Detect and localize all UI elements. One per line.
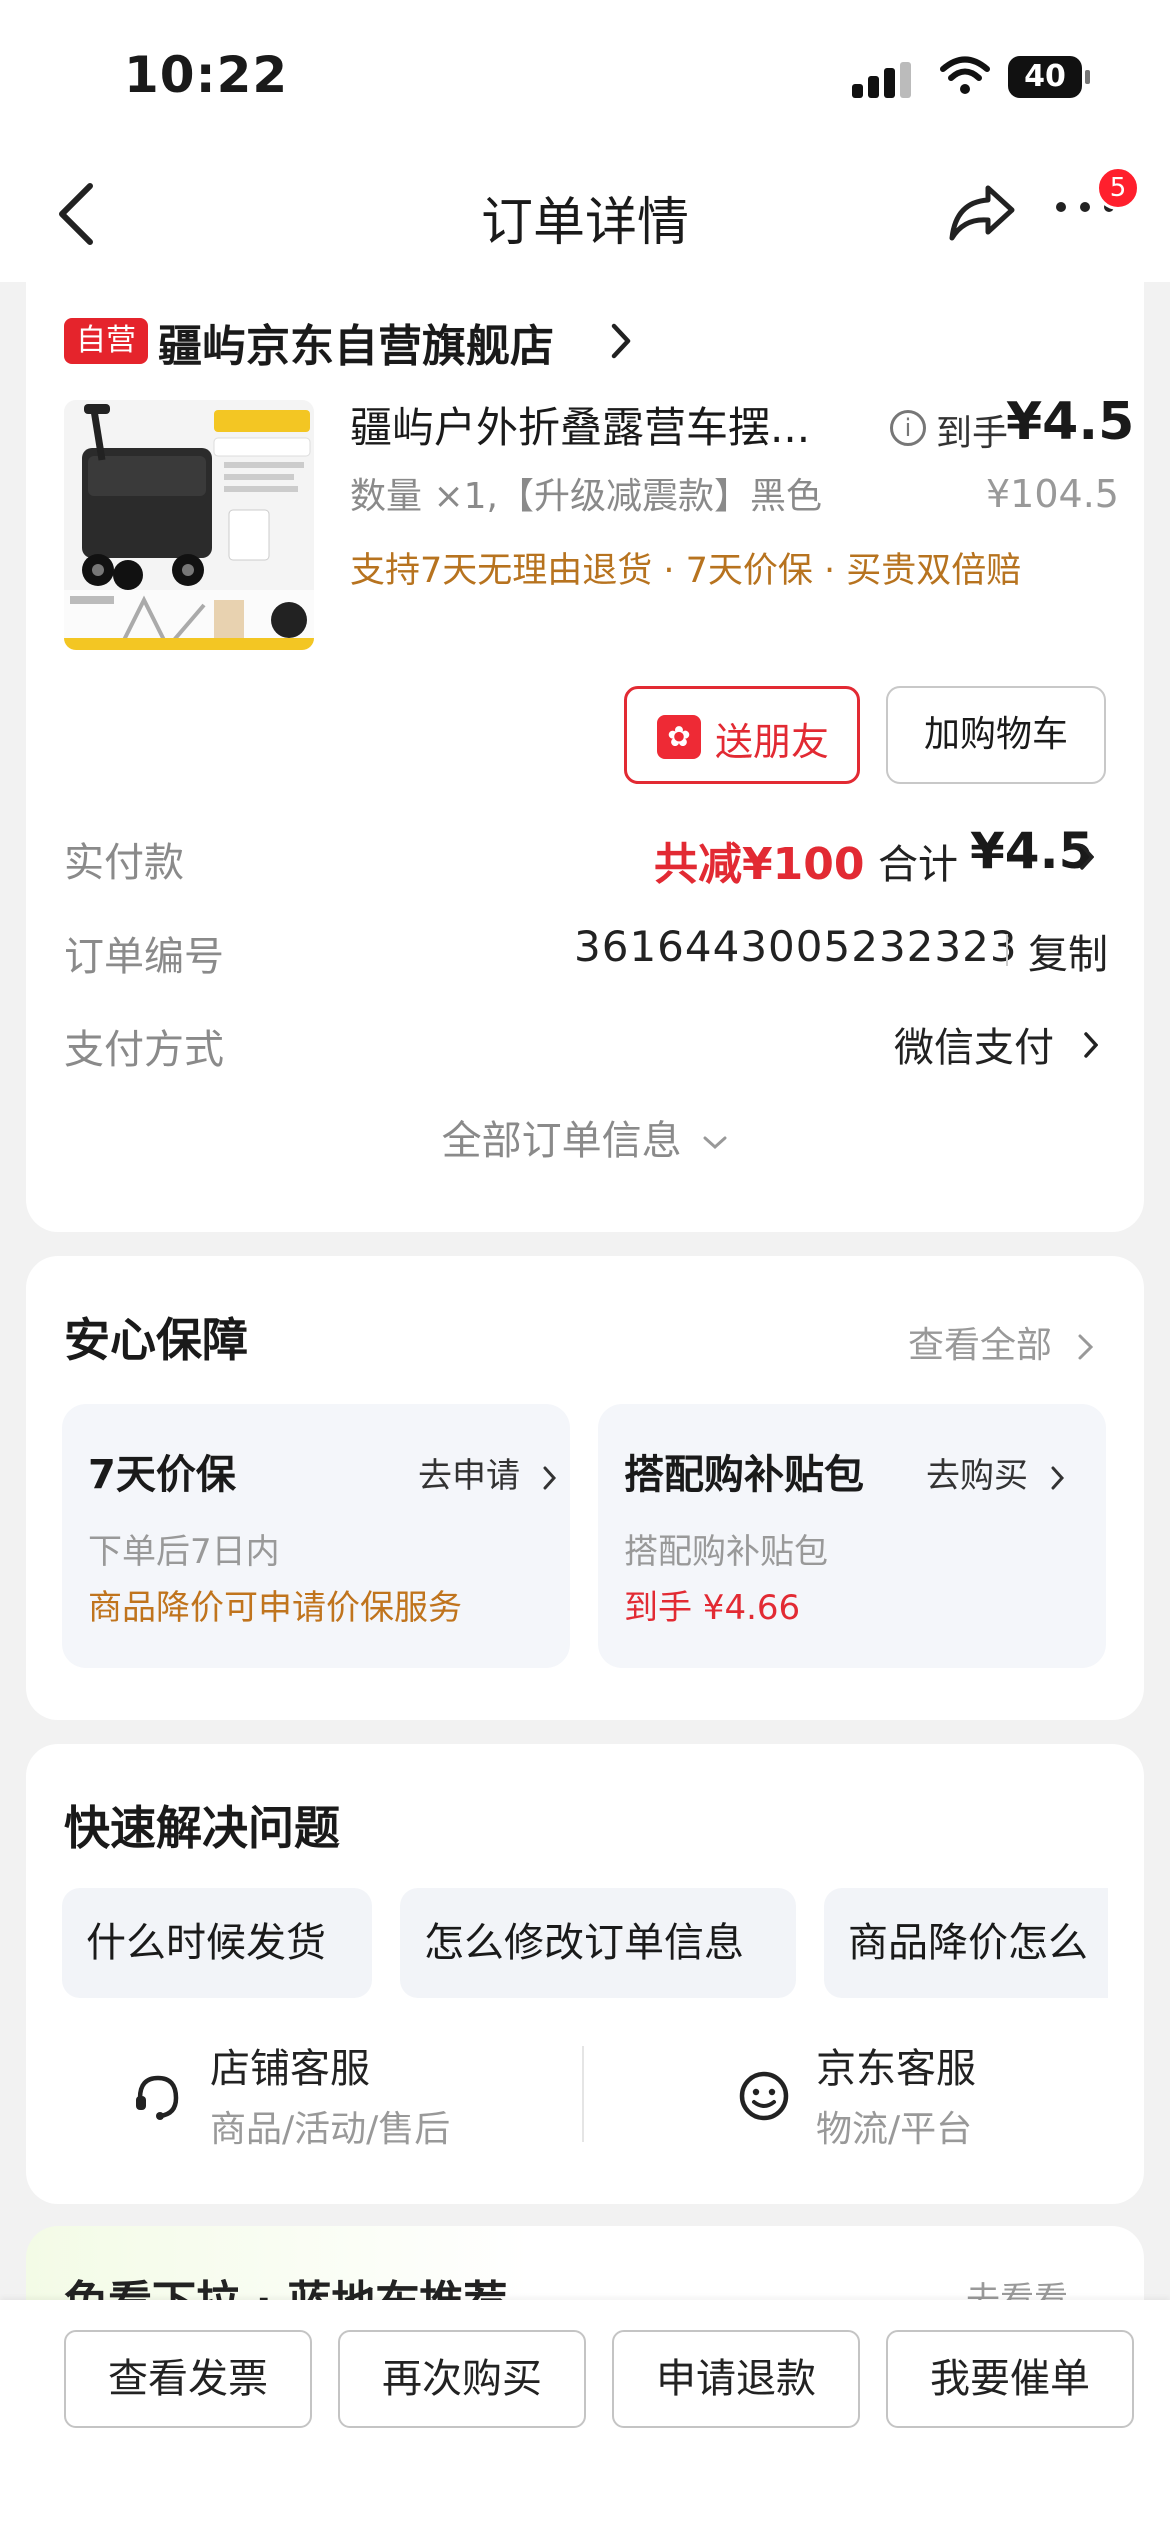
divider (1006, 934, 1008, 966)
store-service-title[interactable]: 店铺客服 (210, 2036, 370, 2094)
send-friend-label: 送朋友 (715, 720, 830, 764)
chevron-right-icon (1078, 1334, 1094, 1360)
share-icon[interactable] (948, 182, 1016, 242)
order-no-label: 订单编号 (64, 934, 224, 980)
pay-method-value[interactable]: 微信支付 (894, 1015, 1054, 1073)
battery-level: 40 (1024, 59, 1066, 94)
faq-chip[interactable]: 怎么修改订单信息 (400, 1888, 796, 1998)
divider (582, 2046, 584, 2142)
guarantee-card: 安心保障 查看全部 7天价保 去申请 下单后7日内 商品降价可申请价保服务 搭配… (26, 1256, 1144, 1720)
top-bar: 10:22 40 订单详情 5 (0, 0, 1170, 282)
guarantee-item-title: 搭配购补贴包 (624, 1452, 864, 1498)
chevron-right-icon (543, 1466, 556, 1489)
all-order-info-label: 全部订单信息 (441, 1118, 682, 1164)
quick-solve-title: 快速解决问题 (64, 1801, 340, 1855)
total-label: 合计 (878, 842, 958, 888)
bottom-action-bar: 查看发票 再次购买 申请退款 我要催单 (0, 2300, 1170, 2532)
store-name[interactable]: 疆屿京东自营旗舰店 (158, 310, 554, 374)
chevron-right-icon (1051, 1466, 1064, 1489)
smile-icon (739, 2071, 789, 2121)
service-promise: 支持7天无理由退货 · 7天价保 · 买贵双倍赔 (350, 551, 1022, 591)
guarantee-title: 安心保障 (64, 1313, 248, 1367)
final-price: ¥4.5 (1006, 392, 1135, 452)
product-image[interactable] (64, 400, 314, 650)
guarantee-item-sub: 下单后7日内 (88, 1532, 280, 1572)
apply-action[interactable]: 去申请 (418, 1448, 557, 1497)
order-card: 自营 疆屿京东自营旗舰店 疆屿户外折叠露营车摆... 数量 ×1,【升级减震款】… (26, 282, 1144, 1232)
bundle-subsidy-box[interactable]: 搭配购补贴包 去购买 搭配购补贴包 到手 ¥4.66 (598, 1404, 1106, 1668)
chevron-down-icon (703, 1136, 727, 1150)
faq-chip[interactable]: 什么时候发货 (62, 1888, 372, 1998)
camping-cart-image (64, 400, 314, 650)
product-title[interactable]: 疆屿户外折叠露营车摆... (350, 394, 810, 455)
all-order-info-toggle[interactable]: 全部订单信息 (26, 1108, 1144, 1166)
status-bar: 10:22 40 (0, 0, 1170, 150)
view-all-link[interactable]: 查看全部 (908, 1316, 1095, 1368)
discount-amount: 共减¥100 (654, 839, 865, 890)
guarantee-item-sub: 搭配购补贴包 (624, 1532, 828, 1572)
product-spec: 数量 ×1,【升级减震款】黑色 (350, 476, 822, 517)
original-price: ¥104.5 (986, 472, 1119, 516)
guarantee-item-title: 7天价保 (88, 1452, 236, 1498)
headset-icon (136, 2075, 179, 2120)
guarantee-item-note: 商品降价可申请价保服务 (88, 1588, 462, 1628)
paid-label: 实付款 (64, 840, 184, 886)
copy-button[interactable]: 复制 (1028, 922, 1108, 980)
price-protection-box[interactable]: 7天价保 去申请 下单后7日内 商品降价可申请价保服务 (62, 1404, 570, 1668)
view-all-label: 查看全部 (908, 1325, 1053, 1366)
send-friend-button[interactable]: ✿ 送朋友 (624, 686, 860, 784)
quick-solve-card: 快速解决问题 什么时候发货 怎么修改订单信息 商品降价怎么 店铺客服 商品/活动… (26, 1744, 1144, 2204)
apply-label: 去申请 (418, 1456, 520, 1496)
jd-service-sub: 物流/平台 (816, 2109, 973, 2150)
add-to-cart-button[interactable]: 加购物车 (886, 686, 1106, 784)
refund-button[interactable]: 申请退款 (612, 2330, 860, 2428)
order-number: 3616443005232323 (574, 922, 1018, 971)
final-price-label: 到手 (936, 413, 1009, 454)
self-operated-tag: 自营 (64, 318, 148, 364)
gift-icon: ✿ (657, 715, 701, 759)
guarantee-item-note: 到手 ¥4.66 (624, 1588, 801, 1628)
buy-action[interactable]: 去购买 (926, 1448, 1065, 1497)
jd-service-title[interactable]: 京东客服 (816, 2036, 976, 2094)
notification-badge: 5 (1096, 166, 1140, 210)
info-icon[interactable]: i (890, 410, 926, 446)
chevron-right-icon[interactable] (1080, 844, 1094, 870)
buy-again-button[interactable]: 再次购买 (338, 2330, 586, 2428)
urge-order-button[interactable]: 我要催单 (886, 2330, 1134, 2428)
chevron-right-icon[interactable] (1084, 1032, 1098, 1058)
wifi-icon (940, 56, 990, 94)
nav-bar: 订单详情 5 (0, 150, 1170, 280)
battery-icon: 40 (1008, 56, 1090, 98)
status-time: 10:22 (124, 46, 289, 104)
faq-chip[interactable]: 商品降价怎么 (824, 1888, 1108, 1998)
view-invoice-button[interactable]: 查看发票 (64, 2330, 312, 2428)
total-amount[interactable]: ¥4.5 (970, 822, 1093, 880)
buy-label: 去购买 (926, 1456, 1028, 1496)
pay-method-label: 支付方式 (64, 1027, 224, 1073)
chevron-right-icon[interactable] (610, 322, 632, 360)
signal-icon (852, 62, 914, 98)
store-service-sub: 商品/活动/售后 (210, 2109, 451, 2150)
